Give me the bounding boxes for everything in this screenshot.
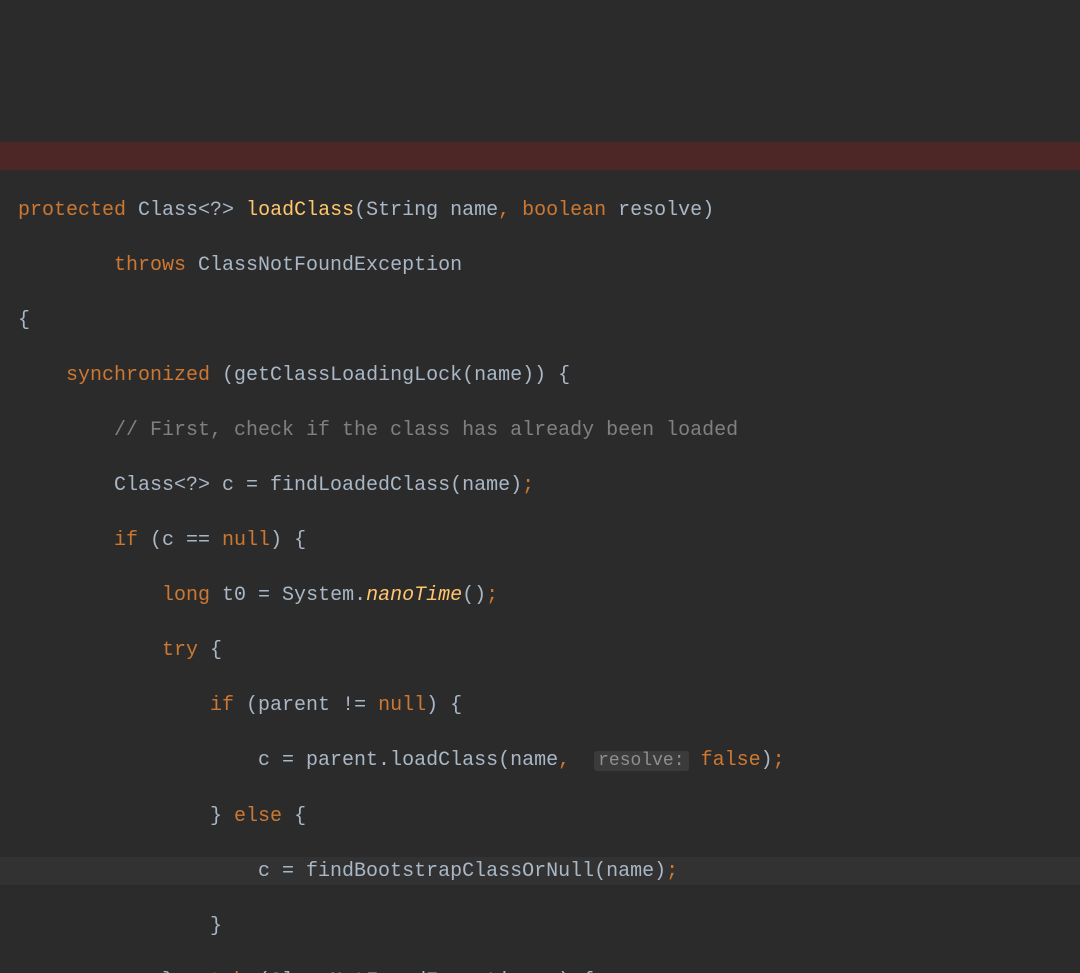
code-line: { xyxy=(18,307,1080,335)
code-line: } catch (ClassNotFoundException e) { xyxy=(18,968,1080,973)
code-line: c = parent.loadClass(name, resolve: fals… xyxy=(18,747,1080,776)
code-line: long t0 = System.nanoTime(); xyxy=(18,582,1080,610)
inline-hint-resolve: resolve: xyxy=(594,751,688,771)
code-line: if (c == null) { xyxy=(18,527,1080,555)
code-line: // First, check if the class has already… xyxy=(18,417,1080,445)
code-line: if (parent != null) { xyxy=(18,692,1080,720)
code-line: throws ClassNotFoundException xyxy=(18,252,1080,280)
code-line: try { xyxy=(18,637,1080,665)
code-content: protected Class<?> loadClass(String name… xyxy=(18,169,1080,973)
code-line: } else { xyxy=(18,803,1080,831)
error-highlight-stripe xyxy=(0,142,1080,170)
code-line: } xyxy=(18,913,1080,941)
code-editor[interactable]: protected Class<?> loadClass(String name… xyxy=(0,0,1080,973)
code-line: Class<?> c = findLoadedClass(name); xyxy=(18,472,1080,500)
code-line: synchronized (getClassLoadingLock(name))… xyxy=(18,362,1080,390)
code-line: c = findBootstrapClassOrNull(name); xyxy=(18,858,1080,886)
code-line: protected Class<?> loadClass(String name… xyxy=(18,197,1080,225)
